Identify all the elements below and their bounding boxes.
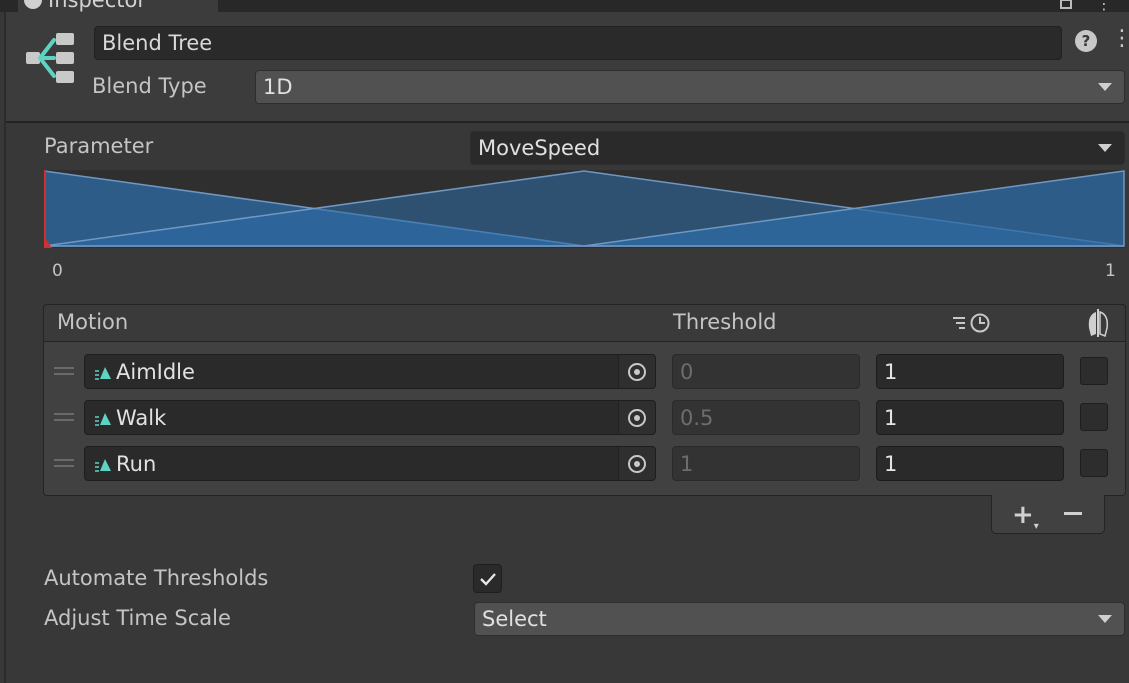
blend-tree-name-field[interactable]: Blend Tree [94,26,1062,60]
mirror-icon [1088,309,1108,338]
time-scale-field[interactable]: 1 [876,354,1064,389]
checkmark-icon [479,572,496,586]
add-remove-footer [991,495,1105,534]
adjust-time-scale-dropdown[interactable]: Select [474,602,1125,636]
row-drag-handle[interactable] [54,459,74,467]
threshold-field: 0.5 [672,400,860,435]
row-drag-handle[interactable] [54,413,74,421]
row-drag-handle[interactable] [54,367,74,375]
animation-clip-icon [95,459,111,472]
motion-object-field[interactable]: AimIdle [84,354,656,389]
parameter-dropdown[interactable]: MoveSpeed [470,131,1125,165]
motion-object-field[interactable]: Run [84,446,656,481]
object-picker-button[interactable] [618,447,655,480]
motion-name: Run [116,451,157,476]
graph-min-label: 0 [52,261,63,281]
time-scale-field[interactable]: 1 [876,446,1064,481]
threshold-field: 1 [672,446,860,481]
lock-icon[interactable] [1060,0,1072,9]
parameter-label: Parameter [44,134,154,158]
blend-tree-icon [26,33,74,83]
motion-object-field[interactable]: Walk [84,400,656,435]
mirror-checkbox[interactable] [1080,403,1108,431]
animation-clip-icon [95,413,111,426]
mirror-checkbox[interactable] [1080,357,1108,385]
object-picker-button[interactable] [618,355,655,388]
target-icon [628,362,646,381]
chevron-down-icon [1098,144,1112,152]
help-icon[interactable]: ? [1075,30,1097,52]
threshold-field: 0 [672,354,860,389]
blend-type-dropdown[interactable]: 1D [255,70,1125,104]
graph-max-label: 1 [1105,261,1116,281]
chevron-down-icon [1098,615,1112,623]
component-menu-icon[interactable]: ⋮ [1111,26,1129,51]
inspector-tab-label: Inspector [24,0,146,12]
threshold-column-header: Threshold [673,310,777,334]
automate-thresholds-checkbox[interactable] [473,564,502,593]
target-icon [628,454,646,473]
automate-thresholds-label: Automate Thresholds [44,566,269,590]
target-icon [628,408,646,427]
minus-icon[interactable] [1064,512,1082,515]
plus-icon[interactable]: +▾ [1012,500,1039,532]
chevron-down-icon [1098,83,1112,91]
motion-name: Walk [116,405,167,430]
blend-graph[interactable] [44,170,1125,248]
motion-name: AimIdle [116,359,195,384]
time-scale-field[interactable]: 1 [876,400,1064,435]
motion-column-header: Motion [57,310,129,334]
animation-clip-icon [95,367,111,380]
time-scale-icon [953,313,990,333]
object-picker-button[interactable] [618,401,655,434]
adjust-time-scale-label: Adjust Time Scale [44,606,231,630]
blend-type-label: Blend Type [92,74,207,98]
info-icon [24,0,42,9]
mirror-checkbox[interactable] [1080,449,1108,477]
